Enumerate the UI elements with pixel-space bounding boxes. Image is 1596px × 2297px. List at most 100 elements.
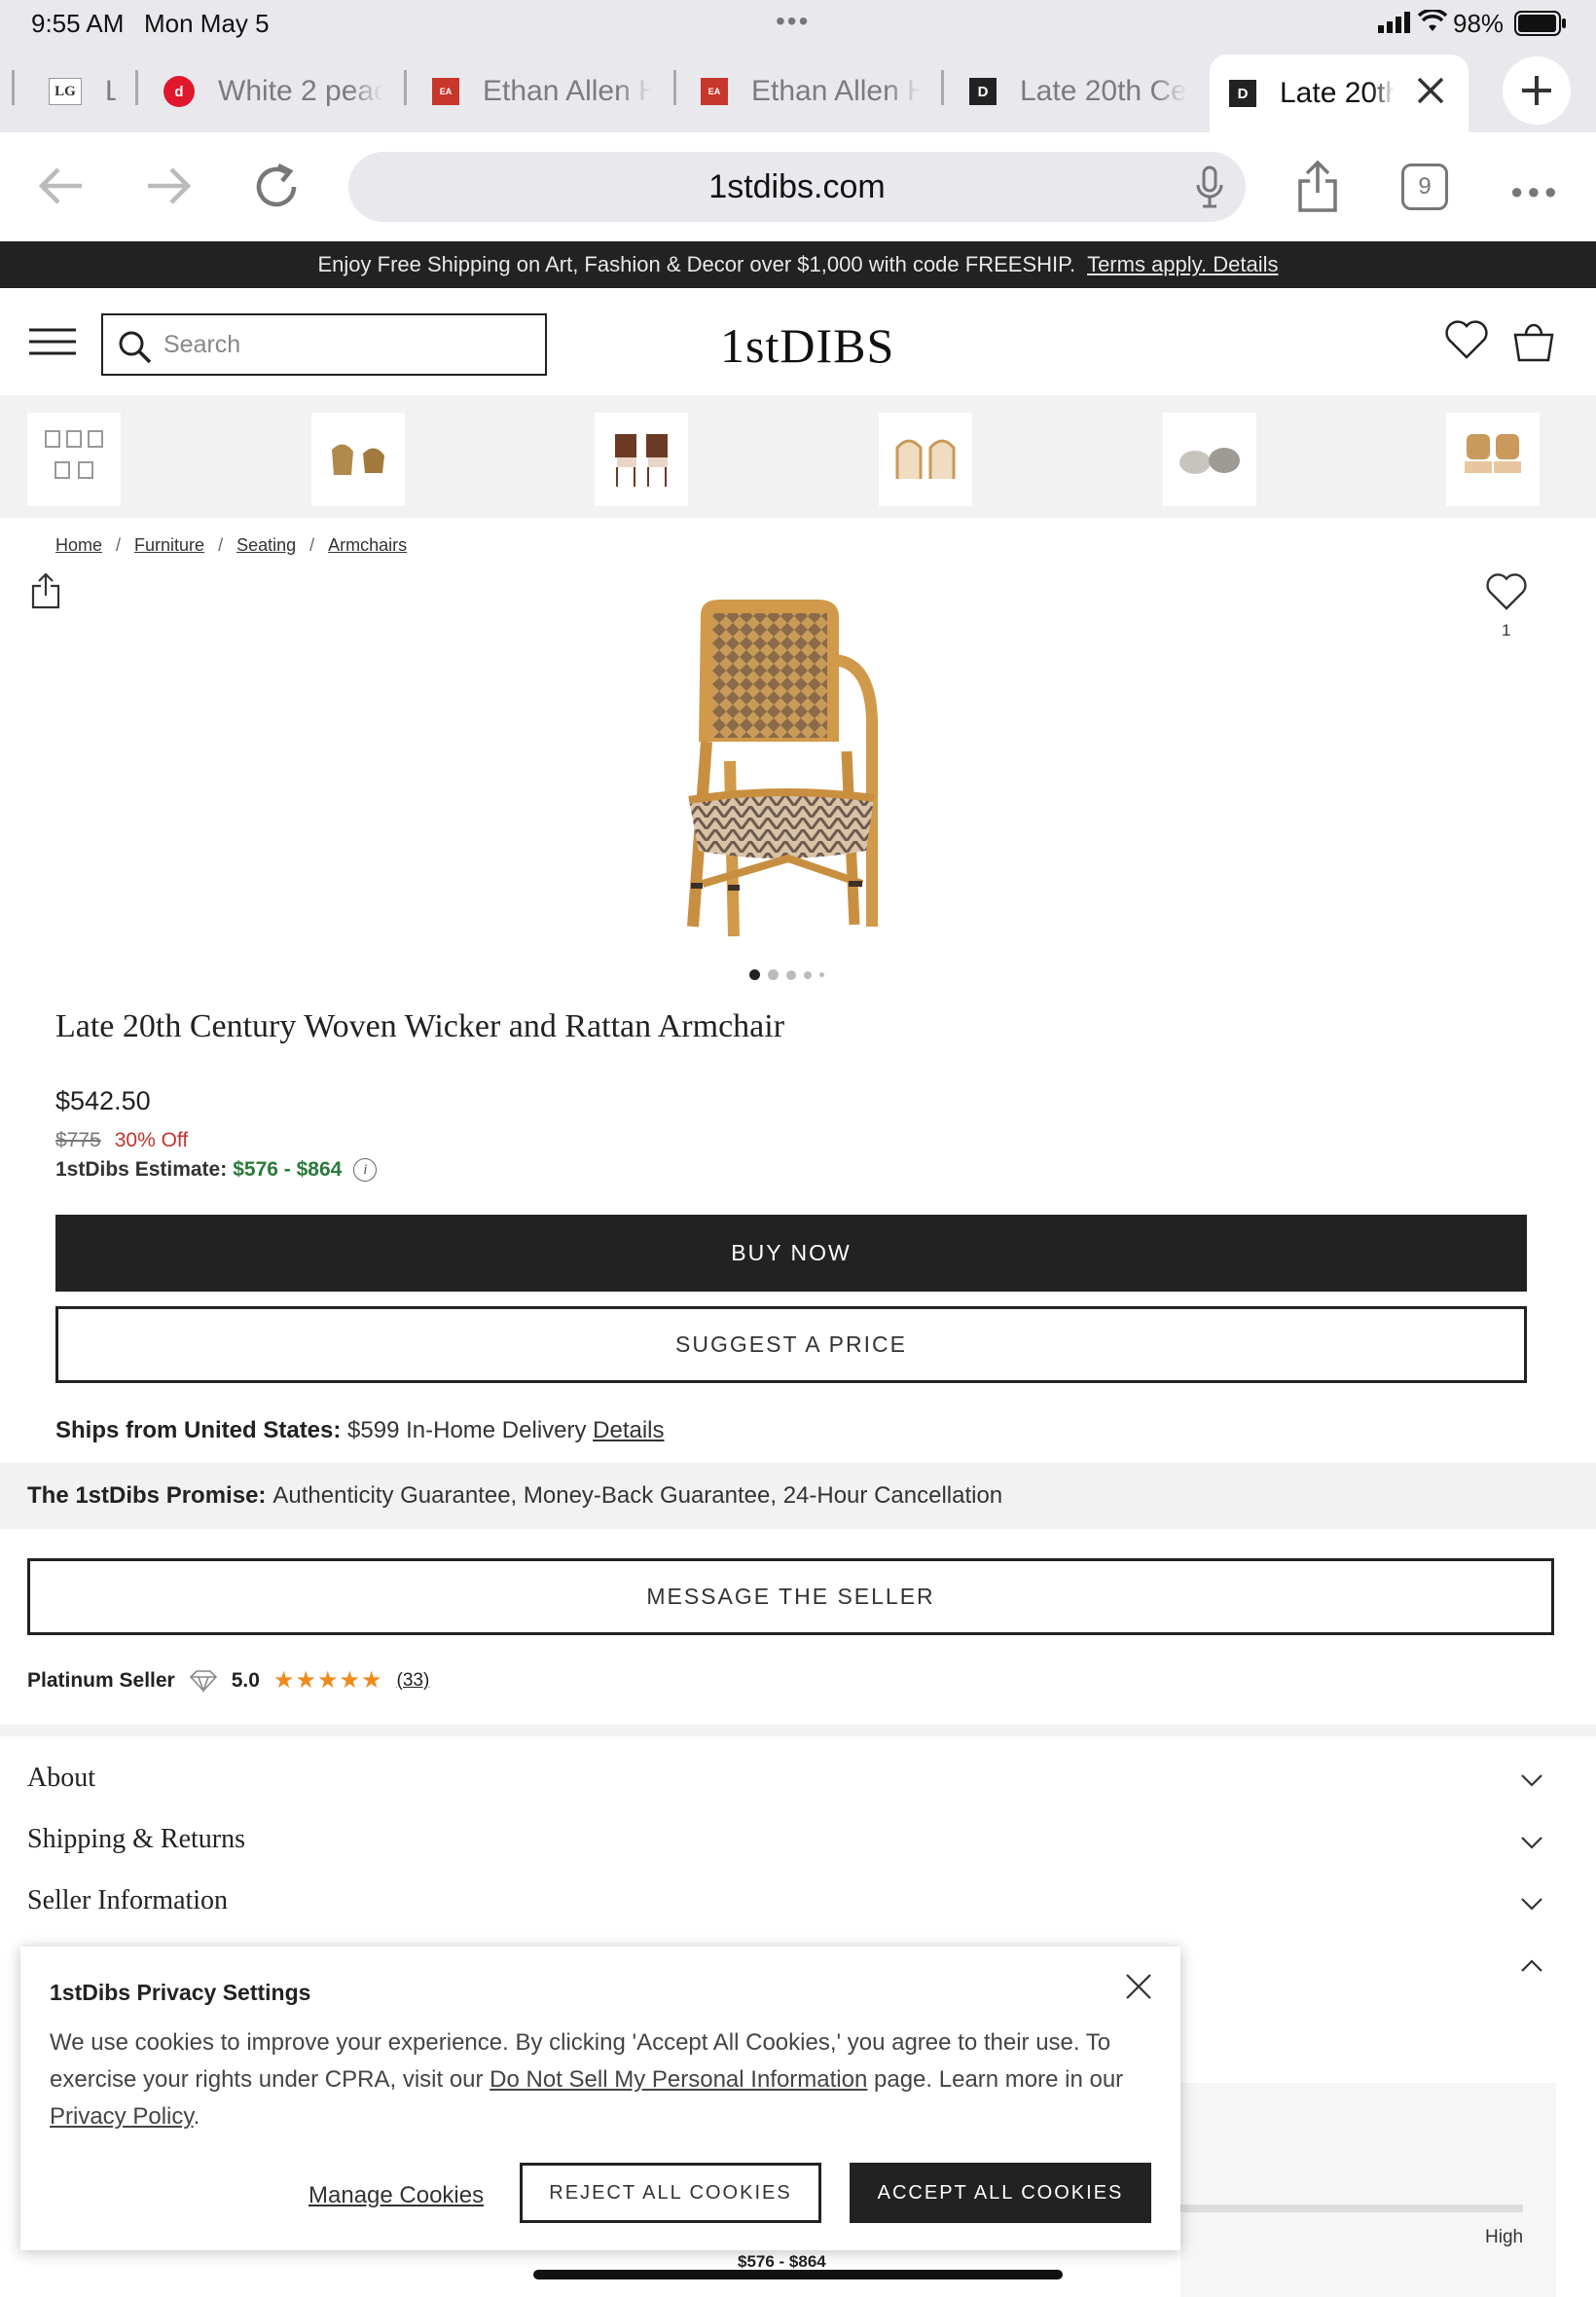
rattan-armchair-image	[687, 600, 879, 937]
1stdibs-favicon-icon: D	[1229, 80, 1256, 107]
close-icon[interactable]	[1125, 1973, 1152, 2000]
new-tab-button[interactable]	[1503, 56, 1571, 125]
ships-text: $599 In-Home Delivery	[347, 1417, 587, 1443]
seller-tier: Platinum Seller	[27, 1668, 175, 1692]
estimate-range: $576 - $864	[233, 1158, 343, 1181]
tab-label: White 2 peac	[218, 75, 383, 107]
product-image[interactable]	[671, 596, 905, 946]
wicker-chairs-thumbnail	[332, 444, 384, 475]
tab-late-20th-ce[interactable]: D Late 20th Ce	[969, 58, 1189, 125]
home-indicator	[533, 2270, 1063, 2279]
tab-label: Ethan Allen H	[483, 75, 652, 107]
estimate-range-track	[1180, 2205, 1523, 2212]
message-seller-button[interactable]: MESSAGE THE SELLER	[27, 1558, 1554, 1635]
related-item-thumb[interactable]	[1446, 413, 1540, 506]
tab-active-inner: D Late 20th	[1229, 60, 1395, 127]
tab-ethan-allen-2[interactable]: EA Ethan Allen H	[701, 58, 921, 125]
close-tab-icon[interactable]	[1416, 76, 1445, 105]
chevron-down-icon[interactable]	[1520, 1897, 1543, 1911]
carousel-dot[interactable]	[819, 972, 824, 977]
breadcrumb-home[interactable]: Home	[55, 535, 102, 556]
accordion-seller-information[interactable]: Seller Information	[27, 1885, 228, 1916]
carousel-dot[interactable]	[786, 969, 796, 980]
tab-ethan-allen-1[interactable]: EA Ethan Allen H	[432, 58, 652, 125]
share-icon[interactable]	[31, 572, 60, 609]
chevron-down-icon[interactable]	[1520, 1836, 1543, 1849]
carousel-dot[interactable]	[768, 969, 779, 980]
shopping-bag-icon[interactable]	[1512, 321, 1555, 362]
do-not-sell-link[interactable]: Do Not Sell My Personal Information	[490, 2066, 867, 2093]
address-bar[interactable]: 1stdibs.com	[348, 152, 1246, 222]
tab-white-2-peac[interactable]: d White 2 peac	[163, 58, 383, 125]
promise-label: The 1stDibs Promise:	[27, 1482, 267, 1509]
breadcrumb-separator: /	[116, 535, 122, 555]
suggest-price-button[interactable]: SUGGEST A PRICE	[55, 1306, 1527, 1383]
cellular-icon	[1378, 12, 1411, 33]
reject-cookies-button[interactable]: REJECT ALL COOKIES	[520, 2163, 821, 2223]
tab-active[interactable]: D Late 20th	[1210, 55, 1469, 132]
back-arrow-icon[interactable]	[37, 164, 86, 208]
lounge-chairs-thumbnail	[1179, 448, 1240, 474]
multitask-dots-icon[interactable]: •••	[776, 6, 810, 37]
favorites-count: 1	[1502, 621, 1511, 639]
price-estimate: 1stDibs Estimate: $576 - $864 i	[55, 1158, 378, 1182]
accept-cookies-button[interactable]: ACCEPT ALL COOKIES	[850, 2163, 1151, 2223]
privacy-policy-link[interactable]: Privacy Policy	[50, 2103, 194, 2130]
tab-count-button[interactable]: 9	[1401, 164, 1448, 210]
related-item-thumb[interactable]	[879, 413, 972, 506]
related-items-strip	[0, 395, 1596, 518]
promo-terms-link[interactable]: Terms apply. Details	[1087, 252, 1278, 277]
site-logo[interactable]: 1stDIBS	[720, 317, 894, 374]
estimate-panel-range: $576 - $864	[738, 2252, 826, 2271]
promo-banner: Enjoy Free Shipping on Art, Fashion & De…	[0, 241, 1596, 288]
reload-icon[interactable]	[251, 162, 302, 212]
wifi-icon	[1418, 10, 1447, 33]
heart-icon[interactable]	[1444, 319, 1489, 360]
manage-cookies-link[interactable]: Manage Cookies	[308, 2182, 484, 2209]
promo-text: Enjoy Free Shipping on Art, Fashion & De…	[317, 252, 1076, 276]
carousel-dot[interactable]	[749, 969, 760, 980]
privacy-text-2: page. Learn more in our	[874, 2066, 1124, 2093]
breadcrumb-furniture[interactable]: Furniture	[134, 535, 204, 556]
seller-rating: Platinum Seller 5.0 ★★★★★ (33)	[27, 1666, 429, 1695]
related-item-thumb[interactable]	[311, 413, 405, 506]
related-item-thumb[interactable]	[595, 413, 688, 506]
d-favicon-icon: d	[163, 76, 195, 107]
seller-score: 5.0	[231, 1668, 260, 1692]
related-item-thumb[interactable]	[1163, 413, 1256, 506]
forward-arrow-icon[interactable]	[144, 164, 193, 208]
breadcrumb: Home / Furniture / Seating / Armchairs	[55, 535, 407, 556]
accordion-shipping-returns[interactable]: Shipping & Returns	[27, 1824, 245, 1855]
chevron-down-icon[interactable]	[1520, 1773, 1543, 1787]
breadcrumb-armchairs[interactable]: Armchairs	[328, 535, 407, 556]
tab-label: L	[105, 75, 117, 107]
accordion-about[interactable]: About	[27, 1763, 95, 1794]
tab-lg[interactable]: LG L	[49, 58, 117, 125]
review-count-link[interactable]: (33)	[397, 1670, 430, 1692]
breadcrumb-seating[interactable]: Seating	[236, 535, 296, 556]
related-item-thumb[interactable]	[27, 413, 121, 506]
hamburger-menu-icon[interactable]	[27, 327, 78, 356]
price-discount: $775 30% Off	[55, 1129, 188, 1152]
original-price: $775	[55, 1129, 101, 1151]
chevron-up-icon[interactable]	[1520, 1959, 1543, 1973]
microphone-icon[interactable]	[1195, 165, 1224, 208]
share-icon[interactable]	[1294, 160, 1341, 214]
info-icon[interactable]: i	[353, 1158, 378, 1182]
ethan-allen-favicon-icon: EA	[432, 78, 459, 105]
search-input[interactable]: Search	[101, 313, 547, 376]
buy-now-button[interactable]: BUY NOW	[55, 1215, 1527, 1292]
shipping-info: Ships from United States: $599 In-Home D…	[55, 1417, 665, 1444]
product-price: $542.50	[55, 1086, 151, 1115]
tab-label: Late 20th Ce	[1020, 75, 1187, 107]
tab-count: 9	[1418, 173, 1432, 200]
more-options-icon[interactable]: ●●●	[1510, 179, 1561, 204]
ships-details-link[interactable]: Details	[593, 1417, 664, 1443]
status-date: Mon May 5	[144, 9, 270, 38]
carousel-dot[interactable]	[804, 970, 812, 979]
url-text: 1stdibs.com	[708, 167, 886, 205]
1stdibs-favicon-icon: D	[969, 78, 997, 105]
battery-percent: 98%	[1453, 9, 1505, 38]
search-icon	[119, 331, 152, 364]
favorite-heart-icon[interactable]	[1485, 572, 1528, 611]
